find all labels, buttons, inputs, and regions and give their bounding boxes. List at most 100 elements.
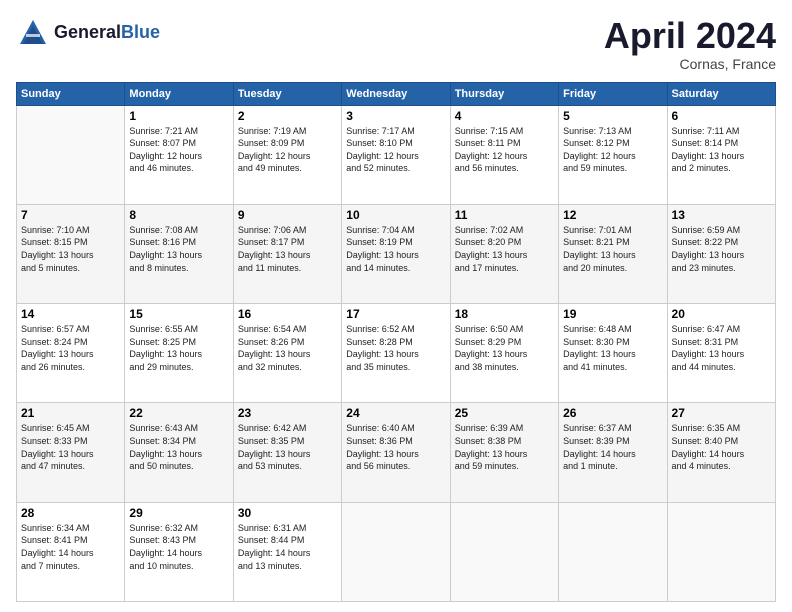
day-info: Sunrise: 6:52 AMSunset: 8:28 PMDaylight:…	[346, 323, 445, 373]
day-info: Sunrise: 6:55 AMSunset: 8:25 PMDaylight:…	[129, 323, 228, 373]
day-info: Sunrise: 7:15 AMSunset: 8:11 PMDaylight:…	[455, 125, 554, 175]
day-number: 22	[129, 406, 228, 420]
calendar-cell: 12 Sunrise: 7:01 AMSunset: 8:21 PMDayligh…	[559, 204, 667, 303]
calendar-cell: 30Sunrise: 6:31 AMSunset: 8:44 PMDayligh…	[233, 502, 341, 601]
day-number: 18	[455, 307, 554, 321]
calendar-cell	[342, 502, 450, 601]
day-info: Sunrise: 6:59 AMSunset: 8:22 PMDaylight:…	[672, 224, 771, 274]
calendar-cell: 23 Sunrise: 6:42 AMSunset: 8:35 PMDayligh…	[233, 403, 341, 502]
calendar-cell: 7 Sunrise: 7:10 AMSunset: 8:15 PMDaylight…	[17, 204, 125, 303]
calendar-cell	[559, 502, 667, 601]
day-info: Sunrise: 7:02 AMSunset: 8:20 PMDaylight:…	[455, 224, 554, 274]
calendar-cell	[667, 502, 775, 601]
day-number: 15	[129, 307, 228, 321]
weekday-header-wednesday: Wednesday	[342, 82, 450, 105]
day-number: 16	[238, 307, 337, 321]
calendar-cell: 5Sunrise: 7:13 AMSunset: 8:12 PMDaylight…	[559, 105, 667, 204]
day-info: Sunrise: 6:57 AMSunset: 8:24 PMDaylight:…	[21, 323, 120, 373]
day-number: 25	[455, 406, 554, 420]
logo: GeneralBlue	[16, 16, 160, 50]
page: GeneralBlue April 2024 Cornas, France Su…	[0, 0, 792, 612]
day-number: 12	[563, 208, 662, 222]
day-number: 4	[455, 109, 554, 123]
title-block: April 2024 Cornas, France	[604, 16, 776, 72]
day-info: Sunrise: 6:43 AMSunset: 8:34 PMDaylight:…	[129, 422, 228, 472]
day-info: Sunrise: 6:45 AMSunset: 8:33 PMDaylight:…	[21, 422, 120, 472]
calendar-cell: 11 Sunrise: 7:02 AMSunset: 8:20 PMDayligh…	[450, 204, 558, 303]
day-info: Sunrise: 7:06 AMSunset: 8:17 PMDaylight:…	[238, 224, 337, 274]
calendar-week-row: 1Sunrise: 7:21 AMSunset: 8:07 PMDaylight…	[17, 105, 776, 204]
day-number: 24	[346, 406, 445, 420]
day-info: Sunrise: 6:32 AMSunset: 8:43 PMDaylight:…	[129, 522, 228, 572]
header: GeneralBlue April 2024 Cornas, France	[16, 16, 776, 72]
day-info: Sunrise: 6:31 AMSunset: 8:44 PMDaylight:…	[238, 522, 337, 572]
day-info: Sunrise: 7:04 AMSunset: 8:19 PMDaylight:…	[346, 224, 445, 274]
day-number: 29	[129, 506, 228, 520]
day-number: 27	[672, 406, 771, 420]
calendar-week-row: 21 Sunrise: 6:45 AMSunset: 8:33 PMDayligh…	[17, 403, 776, 502]
calendar-cell: 9 Sunrise: 7:06 AMSunset: 8:17 PMDaylight…	[233, 204, 341, 303]
calendar-cell: 13Sunrise: 6:59 AMSunset: 8:22 PMDayligh…	[667, 204, 775, 303]
calendar-cell: 15 Sunrise: 6:55 AMSunset: 8:25 PMDayligh…	[125, 304, 233, 403]
calendar-cell: 14Sunrise: 6:57 AMSunset: 8:24 PMDayligh…	[17, 304, 125, 403]
calendar-cell: 17 Sunrise: 6:52 AMSunset: 8:28 PMDayligh…	[342, 304, 450, 403]
day-number: 19	[563, 307, 662, 321]
calendar-table: SundayMondayTuesdayWednesdayThursdayFrid…	[16, 82, 776, 602]
day-number: 23	[238, 406, 337, 420]
day-number: 5	[563, 109, 662, 123]
day-info: Sunrise: 6:50 AMSunset: 8:29 PMDaylight:…	[455, 323, 554, 373]
day-number: 11	[455, 208, 554, 222]
weekday-header-monday: Monday	[125, 82, 233, 105]
day-number: 21	[21, 406, 120, 420]
day-number: 20	[672, 307, 771, 321]
calendar-cell: 8 Sunrise: 7:08 AMSunset: 8:16 PMDaylight…	[125, 204, 233, 303]
day-info: Sunrise: 6:40 AMSunset: 8:36 PMDaylight:…	[346, 422, 445, 472]
calendar-cell: 19 Sunrise: 6:48 AMSunset: 8:30 PMDayligh…	[559, 304, 667, 403]
day-info: Sunrise: 7:21 AMSunset: 8:07 PMDaylight:…	[129, 125, 228, 175]
calendar-cell: 24 Sunrise: 6:40 AMSunset: 8:36 PMDayligh…	[342, 403, 450, 502]
calendar-cell: 22 Sunrise: 6:43 AMSunset: 8:34 PMDayligh…	[125, 403, 233, 502]
day-info: Sunrise: 6:48 AMSunset: 8:30 PMDaylight:…	[563, 323, 662, 373]
day-number: 28	[21, 506, 120, 520]
logo-icon	[16, 16, 50, 50]
calendar-week-row: 28 Sunrise: 6:34 AMSunset: 8:41 PMDayligh…	[17, 502, 776, 601]
calendar-cell: 1Sunrise: 7:21 AMSunset: 8:07 PMDaylight…	[125, 105, 233, 204]
day-info: Sunrise: 7:10 AMSunset: 8:15 PMDaylight:…	[21, 224, 120, 274]
calendar-cell: 21 Sunrise: 6:45 AMSunset: 8:33 PMDayligh…	[17, 403, 125, 502]
day-info: Sunrise: 6:47 AMSunset: 8:31 PMDaylight:…	[672, 323, 771, 373]
day-info: Sunrise: 7:17 AMSunset: 8:10 PMDaylight:…	[346, 125, 445, 175]
calendar-week-row: 14Sunrise: 6:57 AMSunset: 8:24 PMDayligh…	[17, 304, 776, 403]
day-number: 7	[21, 208, 120, 222]
weekday-header-saturday: Saturday	[667, 82, 775, 105]
weekday-header-thursday: Thursday	[450, 82, 558, 105]
day-info: Sunrise: 7:08 AMSunset: 8:16 PMDaylight:…	[129, 224, 228, 274]
day-number: 26	[563, 406, 662, 420]
day-info: Sunrise: 7:01 AMSunset: 8:21 PMDaylight:…	[563, 224, 662, 274]
calendar-cell: 4 Sunrise: 7:15 AMSunset: 8:11 PMDaylight…	[450, 105, 558, 204]
day-info: Sunrise: 6:34 AMSunset: 8:41 PMDaylight:…	[21, 522, 120, 572]
day-info: Sunrise: 6:35 AMSunset: 8:40 PMDaylight:…	[672, 422, 771, 472]
day-number: 10	[346, 208, 445, 222]
day-number: 8	[129, 208, 228, 222]
calendar-cell: 25Sunrise: 6:39 AMSunset: 8:38 PMDayligh…	[450, 403, 558, 502]
day-info: Sunrise: 6:54 AMSunset: 8:26 PMDaylight:…	[238, 323, 337, 373]
day-number: 2	[238, 109, 337, 123]
calendar-cell: 20 Sunrise: 6:47 AMSunset: 8:31 PMDayligh…	[667, 304, 775, 403]
calendar-header-row: SundayMondayTuesdayWednesdayThursdayFrid…	[17, 82, 776, 105]
day-info: Sunrise: 7:19 AMSunset: 8:09 PMDaylight:…	[238, 125, 337, 175]
day-info: Sunrise: 7:11 AMSunset: 8:14 PMDaylight:…	[672, 125, 771, 175]
location: Cornas, France	[604, 56, 776, 72]
day-number: 9	[238, 208, 337, 222]
day-info: Sunrise: 6:42 AMSunset: 8:35 PMDaylight:…	[238, 422, 337, 472]
day-info: Sunrise: 6:37 AMSunset: 8:39 PMDaylight:…	[563, 422, 662, 472]
weekday-header-friday: Friday	[559, 82, 667, 105]
calendar-cell: 6Sunrise: 7:11 AMSunset: 8:14 PMDaylight…	[667, 105, 775, 204]
calendar-cell: 28 Sunrise: 6:34 AMSunset: 8:41 PMDayligh…	[17, 502, 125, 601]
month-title: April 2024	[604, 16, 776, 56]
calendar-cell: 16 Sunrise: 6:54 AMSunset: 8:26 PMDayligh…	[233, 304, 341, 403]
calendar-cell: 3Sunrise: 7:17 AMSunset: 8:10 PMDaylight…	[342, 105, 450, 204]
calendar-cell: 26 Sunrise: 6:37 AMSunset: 8:39 PMDayligh…	[559, 403, 667, 502]
calendar-week-row: 7 Sunrise: 7:10 AMSunset: 8:15 PMDaylight…	[17, 204, 776, 303]
day-number: 17	[346, 307, 445, 321]
weekday-header-tuesday: Tuesday	[233, 82, 341, 105]
